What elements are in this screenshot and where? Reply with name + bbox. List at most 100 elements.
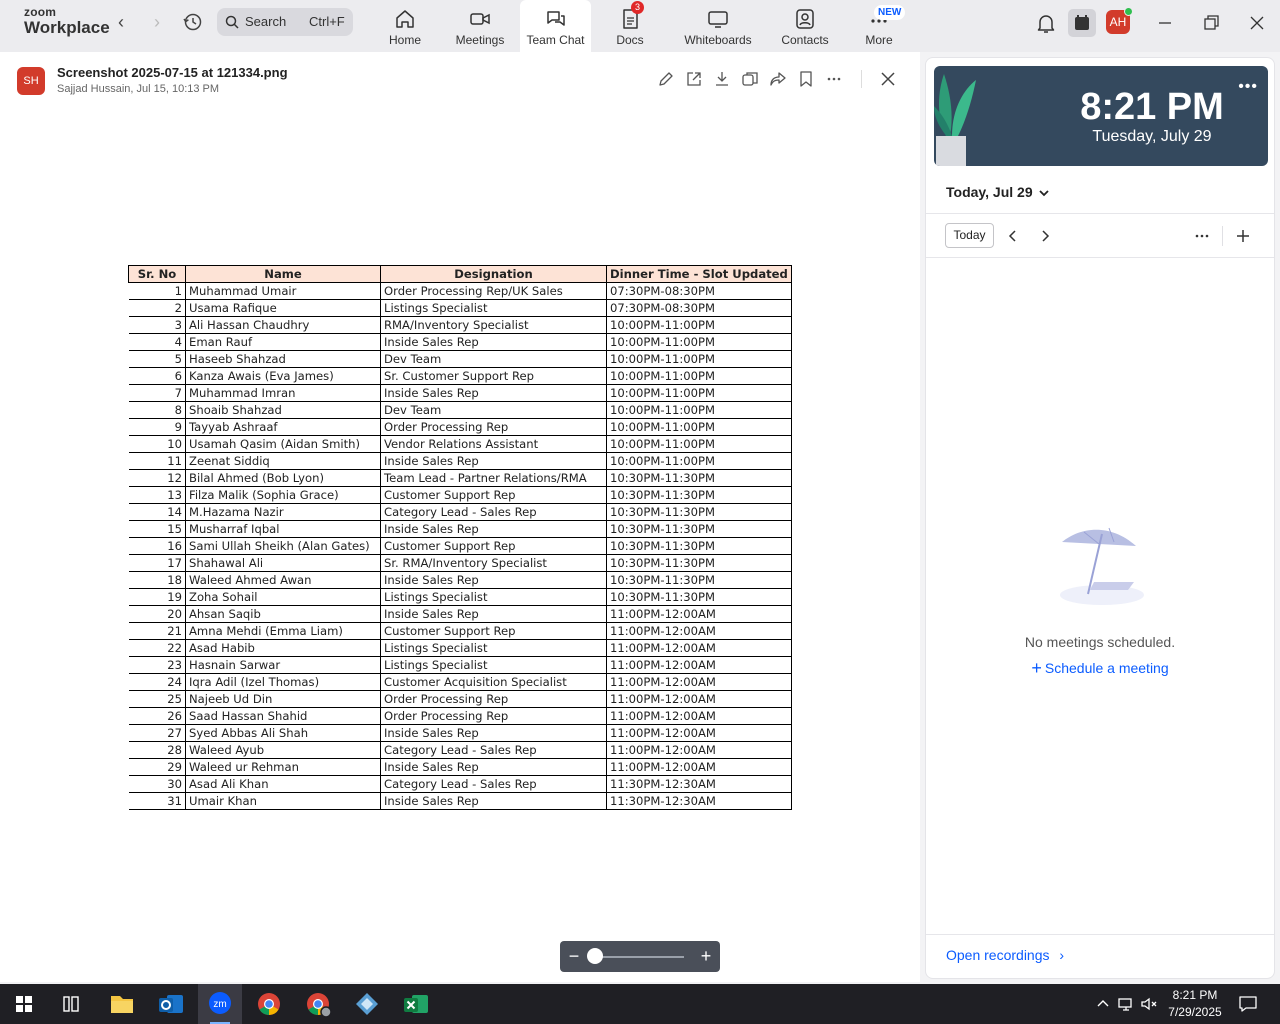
chevron-up-icon[interactable] [1094, 995, 1112, 1013]
row-sr-no: 23 [128, 656, 186, 674]
row-designation: Customer Support Rep [380, 486, 607, 504]
task-view-icon[interactable] [49, 984, 93, 1024]
chrome-profile-icon[interactable] [296, 984, 340, 1024]
zoom-workplace-logo: zoom Workplace [24, 6, 110, 36]
zoom-out-button[interactable]: − [565, 946, 583, 966]
table-header-row: Sr. No Name Designation Dinner Time - Sl… [128, 265, 792, 283]
chrome-icon[interactable] [247, 984, 291, 1024]
excel-icon[interactable] [394, 984, 438, 1024]
share-forward-icon[interactable] [769, 70, 787, 88]
volume-muted-icon[interactable] [1140, 995, 1158, 1013]
tab-team-chat[interactable]: Team Chat [520, 0, 591, 52]
user-avatar[interactable]: AH [1106, 7, 1133, 34]
sender-avatar[interactable]: SH [17, 67, 45, 95]
forward-arrow-icon[interactable]: › [147, 12, 167, 32]
row-name: Musharraf Iqbal [185, 520, 381, 538]
zoom-slider-track[interactable] [594, 956, 684, 958]
day-selector-label[interactable]: Today, Jul 29 [946, 184, 1033, 200]
panel-divider [926, 257, 1274, 258]
zoom-in-button[interactable]: + [697, 946, 715, 966]
file-explorer-icon[interactable] [100, 984, 144, 1024]
zoom-slider-thumb[interactable] [587, 948, 603, 964]
row-name: Waleed Ahmed Awan [185, 571, 381, 589]
table-row: 4 Eman Rauf Inside Sales Rep 10:00PM-11:00P… [128, 333, 792, 351]
row-designation: Inside Sales Rep [380, 758, 607, 776]
tab-contacts[interactable]: Contacts [776, 0, 834, 52]
row-dinner-time: 10:00PM-11:00PM [606, 435, 792, 453]
network-icon[interactable] [1117, 995, 1135, 1013]
table-row: 12 Bilal Ahmed (Bob Lyon) Team Lead - Part… [128, 469, 792, 487]
copy-image-icon[interactable] [741, 70, 759, 88]
edit-pencil-icon[interactable] [657, 70, 675, 88]
today-button[interactable]: Today [945, 223, 994, 248]
bell-icon[interactable] [1034, 11, 1058, 35]
close-window-icon[interactable] [1245, 11, 1269, 35]
restore-icon[interactable] [1199, 11, 1223, 35]
add-meeting-icon[interactable] [1235, 228, 1251, 244]
chevron-down-icon[interactable] [1038, 188, 1050, 198]
row-designation: Inside Sales Rep [380, 520, 607, 538]
tab-docs[interactable]: Docs [605, 0, 655, 52]
docs-notification-badge: 3 [631, 1, 644, 14]
tab-meetings[interactable]: Meetings [450, 0, 510, 52]
row-name: Shahawal Ali [185, 554, 381, 572]
row-sr-no: 22 [128, 639, 186, 657]
row-dinner-time: 11:30PM-12:30AM [606, 775, 792, 793]
app-diamond-icon[interactable] [345, 984, 389, 1024]
row-designation: Sr. RMA/Inventory Specialist [380, 554, 607, 572]
more-options-icon[interactable] [825, 70, 843, 88]
row-dinner-time: 11:00PM-12:00AM [606, 639, 792, 657]
next-day-icon[interactable] [1037, 228, 1053, 244]
zoom-taskbar-button[interactable]: zm [198, 984, 242, 1024]
video-camera-icon [470, 13, 490, 25]
schedule-meeting-link[interactable]: + Schedule a meeting [926, 658, 1274, 679]
table-row: 26 Saad Hassan Shahid Order Processing Rep… [128, 707, 792, 725]
row-designation: Order Processing Rep [380, 707, 607, 725]
row-dinner-time: 11:00PM-12:00AM [606, 758, 792, 776]
back-arrow-icon[interactable]: ‹ [111, 12, 131, 32]
table-row: 10 Usamah Qasim (Aidan Smith) Vendor Relat… [128, 435, 792, 453]
row-sr-no: 13 [128, 486, 186, 504]
row-sr-no: 2 [128, 299, 186, 317]
close-viewer-icon[interactable] [879, 70, 897, 88]
row-sr-no: 5 [128, 350, 186, 368]
table-row: 20 Ahsan Saqib Inside Sales Rep 11:00PM-12:… [128, 605, 792, 623]
bookmark-icon[interactable] [797, 70, 815, 88]
tab-whiteboards[interactable]: Whiteboards [680, 0, 756, 52]
taskbar-clock[interactable]: 8:21 PM 7/29/2025 [1160, 987, 1230, 1021]
history-icon[interactable] [182, 11, 204, 33]
row-name: Najeeb Ud Din [185, 690, 381, 708]
row-dinner-time: 11:00PM-12:00AM [606, 690, 792, 708]
open-external-icon[interactable] [685, 70, 703, 88]
minimize-icon[interactable] [1153, 11, 1177, 35]
outlook-icon[interactable] [149, 984, 193, 1024]
row-dinner-time: 10:30PM-11:30PM [606, 588, 792, 606]
row-designation: Customer Support Rep [380, 622, 607, 640]
windows-start-icon[interactable] [2, 984, 46, 1024]
calendar-more-icon[interactable] [1194, 228, 1210, 244]
row-name: M.Hazama Nazir [185, 503, 381, 521]
row-name: Usama Rafique [185, 299, 381, 317]
calendar-widget-icon[interactable] [1068, 9, 1096, 37]
open-recordings-link[interactable]: Open recordings › [946, 947, 1064, 963]
table-row: 15 Musharraf Iqbal Inside Sales Rep 10:30PM… [128, 520, 792, 538]
row-designation: Order Processing Rep [380, 418, 607, 436]
clock-more-icon[interactable]: ••• [1238, 78, 1258, 96]
dinner-schedule-table: Sr. No Name Designation Dinner Time - Sl… [128, 265, 792, 810]
row-name: Iqra Adil (Izel Thomas) [185, 673, 381, 691]
row-designation: Inside Sales Rep [380, 452, 607, 470]
table-row: 24 Iqra Adil (Izel Thomas) Customer Acquis… [128, 673, 792, 691]
tab-home[interactable]: Home [380, 0, 430, 52]
row-designation: Inside Sales Rep [380, 605, 607, 623]
search-box[interactable]: Search Ctrl+F [217, 8, 353, 36]
schedule-meeting-label: Schedule a meeting [1044, 660, 1169, 676]
table-row: 30 Asad Ali Khan Category Lead - Sales Rep… [128, 775, 792, 793]
notification-center-icon[interactable] [1238, 994, 1258, 1014]
row-name: Saad Hassan Shahid [185, 707, 381, 725]
row-sr-no: 8 [128, 401, 186, 419]
download-icon[interactable] [713, 70, 731, 88]
row-designation: Team Lead - Partner Relations/RMA [380, 469, 607, 487]
previous-day-icon[interactable] [1005, 228, 1021, 244]
home-icon [396, 10, 414, 28]
online-status-dot [1124, 7, 1133, 16]
